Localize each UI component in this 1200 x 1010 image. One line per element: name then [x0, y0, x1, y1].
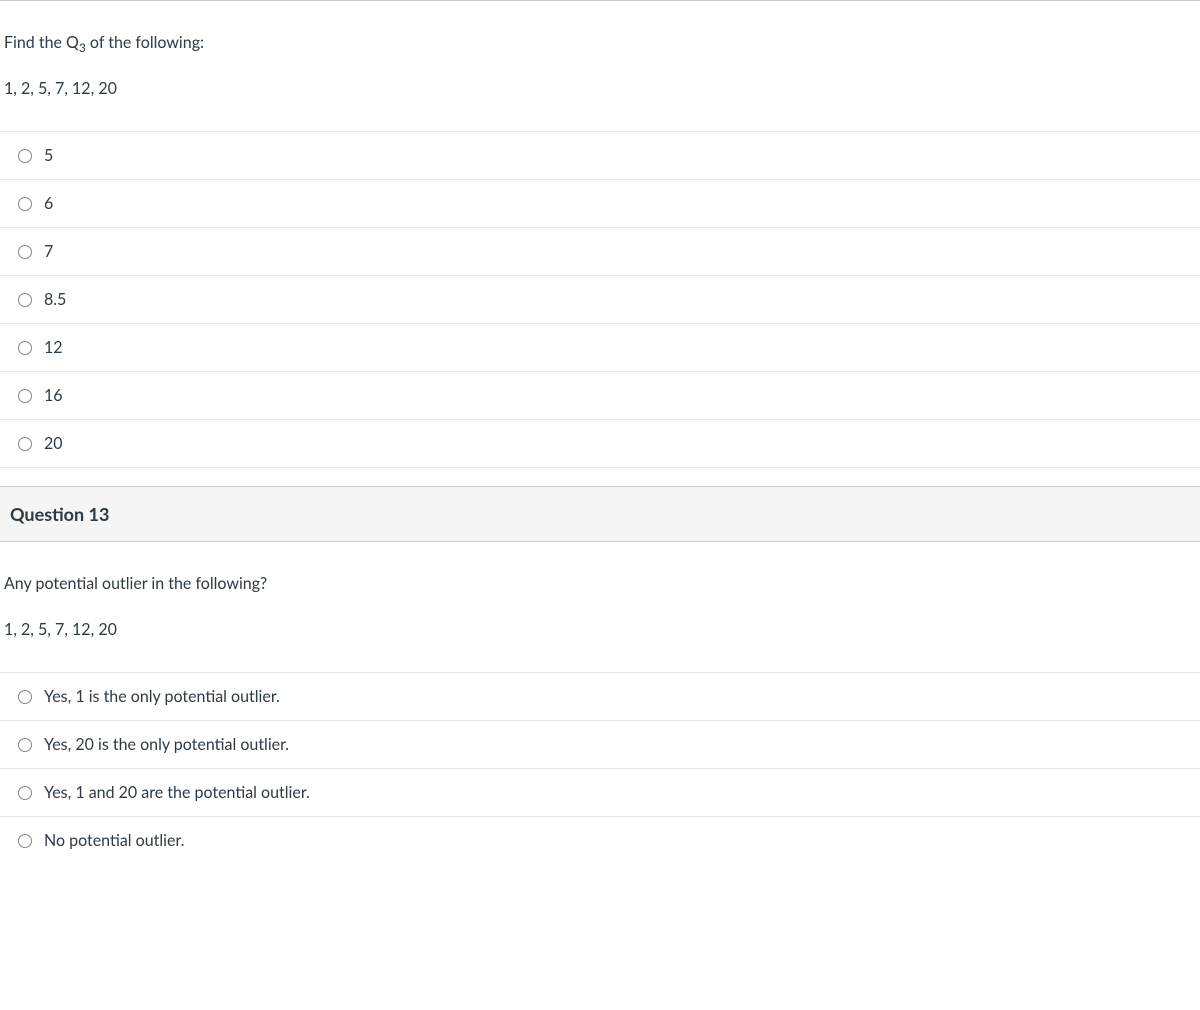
prompt-pre: Find the Q	[4, 33, 79, 52]
question-13-data: 1, 2, 5, 7, 12, 20	[4, 618, 1196, 642]
option-label: 7	[44, 242, 53, 261]
radio-icon	[18, 437, 32, 451]
option-row[interactable]: 20	[0, 419, 1200, 468]
option-label: Yes, 20 is the only potential outlier.	[44, 735, 289, 754]
question-13-options: Yes, 1 is the only potential outlier. Ye…	[0, 672, 1200, 864]
option-row[interactable]: 12	[0, 323, 1200, 371]
option-row[interactable]: Yes, 1 is the only potential outlier.	[0, 672, 1200, 720]
radio-icon	[18, 786, 32, 800]
question-13-body: Any potential outlier in the following? …	[0, 542, 1200, 882]
option-label: 6	[44, 194, 53, 213]
question-13-text: Any potential outlier in the following? …	[0, 572, 1200, 642]
radio-icon	[18, 197, 32, 211]
question-12-options: 5 6 7 8.5 12 16	[0, 131, 1200, 468]
option-label: 5	[44, 146, 53, 165]
option-row[interactable]: Yes, 20 is the only potential outlier.	[0, 720, 1200, 768]
option-row[interactable]: No potential outlier.	[0, 816, 1200, 864]
question-13-prompt: Any potential outlier in the following?	[4, 572, 1196, 596]
question-13-header: Question 13	[0, 487, 1200, 542]
prompt-subscript: 3	[79, 40, 86, 55]
question-12-body: Find the Q3 of the following: 1, 2, 5, 7…	[0, 1, 1200, 486]
radio-icon	[18, 245, 32, 259]
option-row[interactable]: Yes, 1 and 20 are the potential outlier.	[0, 768, 1200, 816]
option-row[interactable]: 5	[0, 131, 1200, 179]
option-row[interactable]: 8.5	[0, 275, 1200, 323]
prompt-post: of the following:	[86, 33, 204, 52]
option-row[interactable]: 6	[0, 179, 1200, 227]
question-12-block: Find the Q3 of the following: 1, 2, 5, 7…	[0, 0, 1200, 486]
option-label: 16	[44, 386, 63, 405]
radio-icon	[18, 690, 32, 704]
option-label: Yes, 1 and 20 are the potential outlier.	[44, 783, 310, 802]
question-12-data: 1, 2, 5, 7, 12, 20	[4, 77, 1196, 101]
question-12-prompt: Find the Q3 of the following:	[4, 31, 1196, 55]
radio-icon	[18, 293, 32, 307]
radio-icon	[18, 389, 32, 403]
option-row[interactable]: 7	[0, 227, 1200, 275]
question-13-block: Question 13 Any potential outlier in the…	[0, 486, 1200, 882]
question-12-text: Find the Q3 of the following: 1, 2, 5, 7…	[0, 31, 1200, 101]
radio-icon	[18, 738, 32, 752]
option-label: No potential outlier.	[44, 831, 184, 850]
option-label: Yes, 1 is the only potential outlier.	[44, 687, 280, 706]
radio-icon	[18, 149, 32, 163]
option-label: 20	[44, 434, 63, 453]
radio-icon	[18, 834, 32, 848]
option-label: 8.5	[44, 290, 66, 309]
option-label: 12	[44, 338, 63, 357]
question-13-title: Question 13	[10, 503, 109, 525]
option-row[interactable]: 16	[0, 371, 1200, 419]
radio-icon	[18, 341, 32, 355]
